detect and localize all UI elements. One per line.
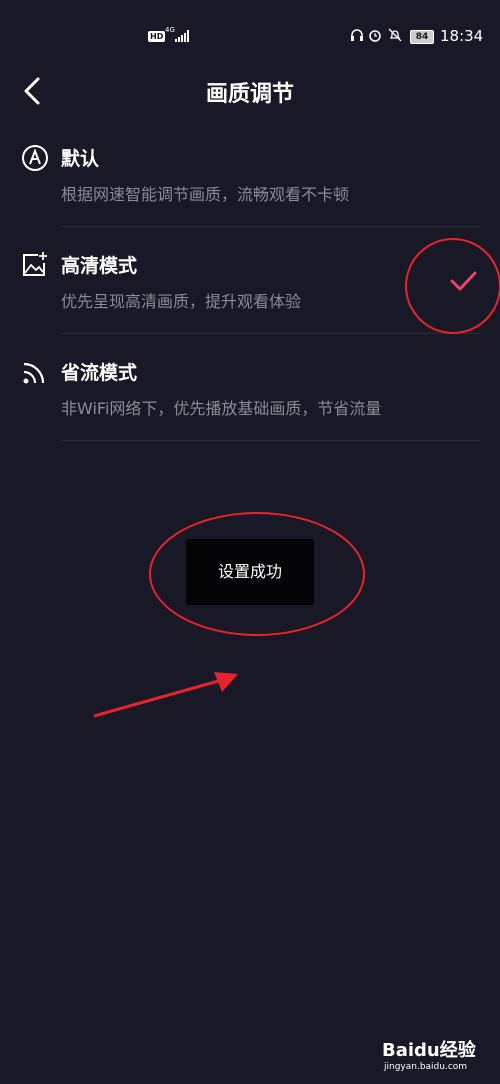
headphones-icon (351, 29, 363, 41)
option-hd-description: 优先呈现高清画质，提升观看体验 (61, 292, 302, 311)
signal-icon (175, 30, 191, 42)
mute-bell-icon (388, 28, 402, 42)
battery-icon: 84 (410, 30, 434, 44)
image-sparkle-icon (23, 252, 47, 276)
option-default-title: 默认 (61, 148, 100, 170)
page-title: 画质调节 (205, 82, 294, 107)
annotation-circle-check (405, 238, 500, 334)
watermark-url: jingyan.baidu.com (384, 1062, 468, 1072)
baidu-watermark: Baidu经验 jingyan.baidu.com (382, 1028, 492, 1078)
divider (61, 440, 480, 441)
option-data-saver[interactable]: 省流模式 非WiFi网络下，优先播放基础画质，节省流量 (0, 334, 500, 441)
option-default-description: 根据网速智能调节画质，流畅观看不卡顿 (61, 185, 350, 204)
alarm-icon (369, 30, 381, 42)
option-default[interactable]: 默认 根据网速智能调节画质，流畅观看不卡顿 (0, 120, 500, 227)
auto-a-icon (22, 145, 48, 171)
hd-indicator: HD (148, 31, 166, 42)
network-type: 4G (165, 26, 175, 34)
status-bar: HD 4G 84 18:34 (0, 0, 500, 72)
annotation-arrow (93, 672, 238, 718)
option-data-saver-description: 非WiFi网络下，优先播放基础画质，节省流量 (61, 399, 382, 418)
watermark-brand: Baidu经验 (382, 1040, 476, 1061)
option-hd-title: 高清模式 (61, 255, 138, 277)
option-data-saver-title: 省流模式 (61, 362, 138, 384)
annotation-circle-toast (149, 512, 365, 636)
signal-waves-icon (23, 362, 45, 384)
clock: 18:34 (440, 27, 484, 45)
